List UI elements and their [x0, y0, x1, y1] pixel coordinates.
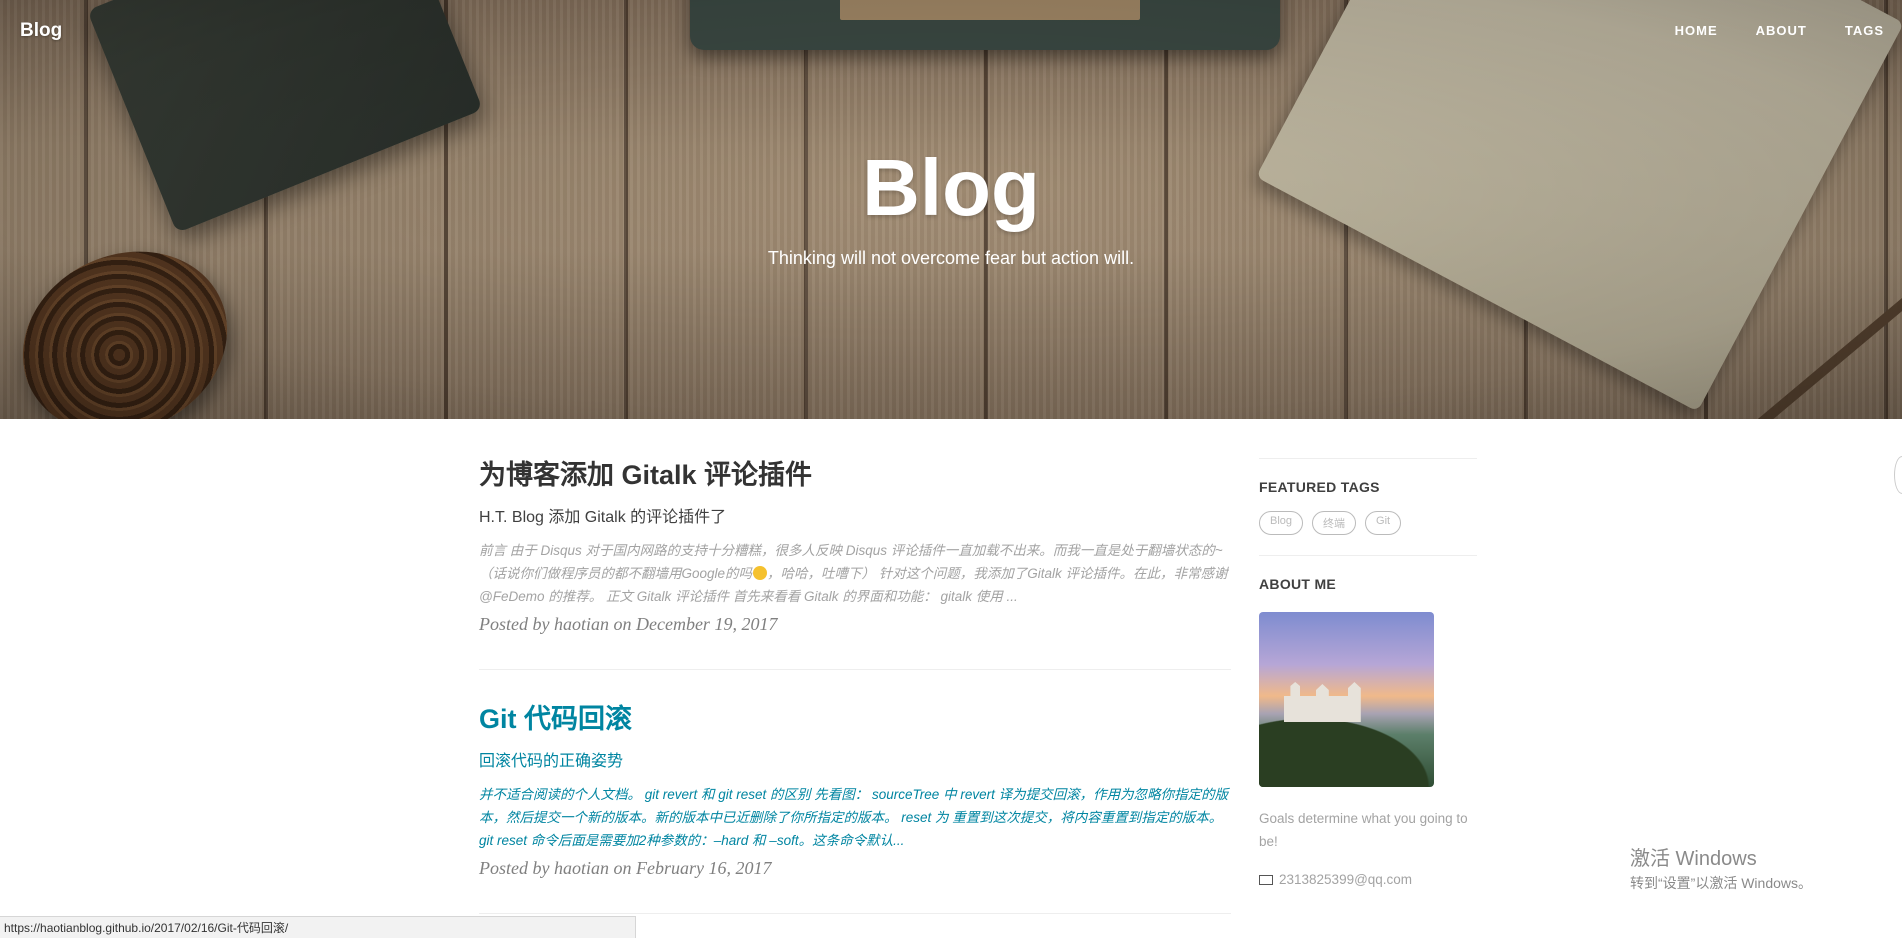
post-subtitle[interactable]: H.T. Blog 添加 Gitalk 的评论插件了 [479, 503, 1231, 527]
post-divider [479, 669, 1231, 671]
watermark-subtitle: 转到“设置”以激活 Windows。 [1630, 875, 1813, 891]
site-subheading: Thinking will not overcome fear but acti… [767, 248, 1135, 268]
sidebar-divider [1259, 458, 1477, 459]
nav-tags-link[interactable]: TAGS [1845, 23, 1884, 38]
about-me-text: Goals determine what you going to be! [1259, 811, 1468, 849]
watermark-title: 激活 Windows [1630, 848, 1757, 870]
sidebar-divider [1259, 555, 1477, 556]
post-subtitle[interactable]: 回滚代码的正确姿势 [479, 747, 1231, 771]
post-meta: Posted by haotian on December 19, 2017 [479, 614, 778, 635]
windows-activation-watermark: 激活 Windows 转到“设置”以激活 Windows。 [1630, 842, 1812, 893]
avatar [1259, 612, 1434, 787]
envelope-icon [1259, 874, 1273, 885]
sidebar: FEATURED TAGS Blog 终端 Git ABOUT ME Goals… [1259, 458, 1477, 887]
featured-tags-heading: FEATURED TAGS [1259, 479, 1380, 495]
post-excerpt[interactable]: 前言 由于 Disqus 对于国内网路的支持十分糟糕，很多人反映 Disqus … [479, 539, 1231, 608]
hero-header: Blog HOME ABOUT TAGS Blog Thinking will … [0, 0, 1902, 419]
post-divider [479, 913, 1231, 915]
post-meta: Posted by haotian on February 16, 2017 [479, 858, 772, 879]
nav-brand-link[interactable]: Blog [20, 20, 62, 42]
email-address[interactable]: 2313825399@qq.com [1279, 872, 1412, 887]
side-scroll-handle[interactable] [1894, 456, 1902, 494]
top-nav: HOME ABOUT TAGS [1637, 23, 1884, 38]
grinning-sweat-emoji-icon [753, 566, 768, 581]
post-excerpt-text: 并不适合阅读的个人文档。 git revert 和 git reset 的区别 … [479, 787, 1229, 849]
site-heading: Blog [862, 143, 1040, 232]
post-title[interactable]: 为博客添加 Gitalk 评论插件 [479, 458, 1231, 493]
post-title[interactable]: Git 代码回滚 [479, 702, 1231, 737]
post-preview[interactable]: Git 代码回滚 回滚代码的正确姿势 并不适合阅读的个人文档。 git reve… [479, 702, 1231, 879]
tag-terminal[interactable]: 终端 [1312, 511, 1357, 535]
nav-home-link[interactable]: HOME [1675, 23, 1718, 38]
about-me-heading: ABOUT ME [1259, 576, 1337, 592]
browser-status-url: https://haotianblog.github.io/2017/02/16… [0, 916, 636, 938]
avatar-castle [1284, 682, 1361, 722]
post-preview[interactable]: 为博客添加 Gitalk 评论插件 H.T. Blog 添加 Gitalk 的评… [479, 458, 1231, 635]
featured-tags: Blog 终端 Git [1259, 511, 1477, 535]
tag-blog[interactable]: Blog [1259, 511, 1304, 535]
post-excerpt[interactable]: 并不适合阅读的个人文档。 git revert 和 git reset 的区别 … [479, 783, 1231, 852]
tag-git[interactable]: Git [1365, 511, 1402, 535]
post-list: 为博客添加 Gitalk 评论插件 H.T. Blog 添加 Gitalk 的评… [479, 458, 1231, 946]
nav-about-link[interactable]: ABOUT [1756, 23, 1807, 38]
email-contact[interactable]: 2313825399@qq.com [1259, 872, 1477, 887]
